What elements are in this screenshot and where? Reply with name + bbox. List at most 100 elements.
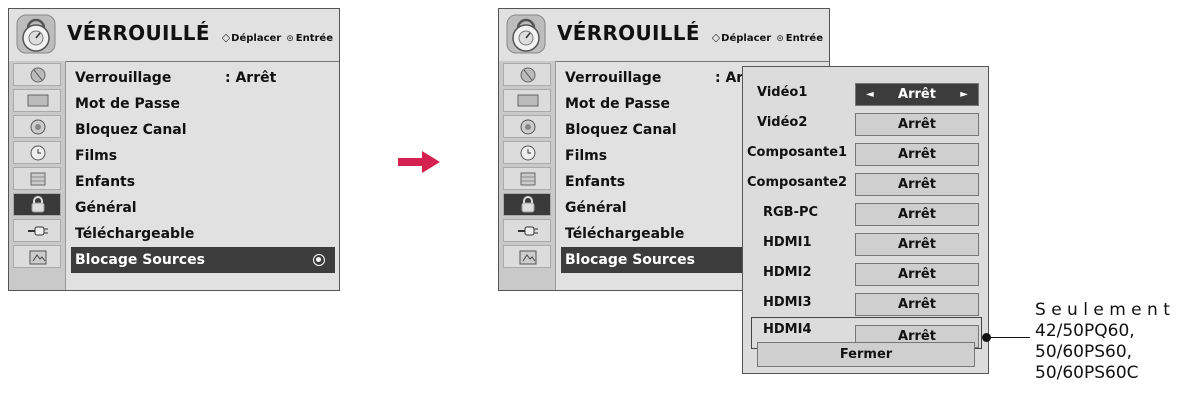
sidebar-parental[interactable] bbox=[503, 167, 551, 190]
source-row-video2: Vidéo2 Arrêt bbox=[743, 111, 988, 137]
source-toggle-composante2[interactable]: Arrêt bbox=[855, 173, 979, 196]
menu-item-label: Téléchargeable bbox=[75, 226, 195, 242]
menu-item-enfants[interactable]: Enfants bbox=[71, 169, 335, 195]
source-toggle-video2[interactable]: Arrêt bbox=[855, 113, 979, 136]
sidebar-time[interactable] bbox=[503, 141, 551, 164]
source-row-video1: Vidéo1 ◄ Arrêt ► bbox=[743, 81, 988, 107]
note-line-4: 50/60PS60C bbox=[1035, 363, 1139, 383]
menu-item-verrouillage[interactable]: Verrouillage : Arrêt bbox=[71, 65, 335, 91]
menu-item-label: Verrouillage bbox=[75, 70, 172, 86]
source-label: Vidéo1 bbox=[757, 85, 808, 100]
toggle-value: Arrêt bbox=[898, 87, 936, 102]
sidebar-antenna[interactable] bbox=[13, 63, 61, 86]
right-arrow-icon[interactable]: ► bbox=[960, 84, 968, 105]
sidebar-input[interactable] bbox=[13, 219, 61, 242]
model-note: Seulement 42/50PQ60, 50/60PS60, 50/60PS6… bbox=[1035, 300, 1175, 384]
source-toggle-hdmi1[interactable]: Arrêt bbox=[855, 233, 979, 256]
sidebar-parental[interactable] bbox=[13, 167, 61, 190]
screen-icon bbox=[517, 94, 539, 107]
menu-item-label: Enfants bbox=[565, 174, 626, 190]
parental-icon bbox=[520, 172, 536, 186]
source-label: Composante1 bbox=[747, 145, 848, 160]
lock-dial-icon bbox=[16, 14, 56, 54]
source-toggle-video1[interactable]: ◄ Arrêt ► bbox=[855, 83, 979, 106]
callout-line bbox=[986, 337, 1030, 338]
enter-button-icon: ⊙ bbox=[776, 34, 784, 44]
menu-item-label: Verrouillage bbox=[565, 70, 662, 86]
menu-header: VÉRROUILLÉ ◇Déplacer ⊙ Entrée bbox=[9, 9, 339, 62]
hint-move-label: Déplacer bbox=[231, 33, 282, 44]
media-icon bbox=[29, 250, 47, 265]
enter-button-icon: ⊙ bbox=[286, 34, 294, 44]
note-line-1: Seulement bbox=[1035, 300, 1176, 320]
source-row-composante1: Composante1 Arrêt bbox=[743, 141, 988, 167]
menu-item-value: : Arrêt bbox=[225, 70, 277, 86]
sidebar-picture[interactable] bbox=[503, 89, 551, 112]
audio-icon bbox=[520, 119, 536, 135]
lock-menu-left: VÉRROUILLÉ ◇Déplacer ⊙ Entrée Verrouillage… bbox=[8, 8, 340, 291]
source-toggle-hdmi2[interactable]: Arrêt bbox=[855, 263, 979, 286]
sidebar-media[interactable] bbox=[13, 245, 61, 268]
hint-move-label: Déplacer bbox=[721, 33, 772, 44]
plug-icon bbox=[518, 226, 538, 236]
source-toggle-composante1[interactable]: Arrêt bbox=[855, 143, 979, 166]
move-arrows-icon: ◇ bbox=[221, 31, 231, 44]
source-toggle-rgb-pc[interactable]: Arrêt bbox=[855, 203, 979, 226]
sidebar-time[interactable] bbox=[13, 141, 61, 164]
sidebar-media[interactable] bbox=[503, 245, 551, 268]
left-arrow-icon[interactable]: ◄ bbox=[866, 84, 874, 105]
antenna-icon bbox=[30, 67, 46, 83]
clock-icon bbox=[520, 145, 536, 161]
antenna-icon bbox=[520, 67, 536, 83]
source-row-composante2: Composante2 Arrêt bbox=[743, 171, 988, 197]
menu-item-label: Films bbox=[75, 148, 118, 164]
enter-radio-icon bbox=[313, 254, 325, 266]
clock-icon bbox=[30, 145, 46, 161]
category-sidebar bbox=[499, 61, 556, 290]
parental-icon bbox=[30, 172, 46, 186]
menu-item-label: Blocage Sources bbox=[565, 252, 695, 268]
menu-item-label: Films bbox=[565, 148, 608, 164]
source-label: HDMI4 bbox=[763, 322, 812, 337]
sidebar-lock[interactable] bbox=[503, 193, 551, 216]
source-row-rgb-pc: RGB-PC Arrêt bbox=[743, 201, 988, 227]
menu-item-bloquez-canal[interactable]: Bloquez Canal bbox=[71, 117, 335, 143]
category-sidebar bbox=[9, 61, 66, 290]
source-row-hdmi3: HDMI3 Arrêt bbox=[743, 291, 988, 317]
audio-icon bbox=[30, 119, 46, 135]
menu-item-mot-de-passe[interactable]: Mot de Passe bbox=[71, 91, 335, 117]
menu-item-telechargeable[interactable]: Téléchargeable bbox=[71, 221, 335, 247]
close-button[interactable]: Fermer bbox=[757, 342, 975, 367]
sidebar-audio[interactable] bbox=[13, 115, 61, 138]
lock-icon bbox=[521, 196, 535, 213]
menu-item-label: Général bbox=[565, 200, 627, 216]
source-row-hdmi2: HDMI2 Arrêt bbox=[743, 261, 988, 287]
hint-enter-label: Entrée bbox=[295, 33, 333, 44]
note-line-2: 42/50PQ60, bbox=[1035, 321, 1135, 341]
note-line-3: 50/60PS60, bbox=[1035, 342, 1133, 362]
sidebar-input[interactable] bbox=[503, 219, 551, 242]
menu-item-label: Bloquez Canal bbox=[565, 122, 677, 138]
media-icon bbox=[519, 250, 537, 265]
sidebar-picture[interactable] bbox=[13, 89, 61, 112]
sidebar-antenna[interactable] bbox=[503, 63, 551, 86]
source-toggle-hdmi3[interactable]: Arrêt bbox=[855, 293, 979, 316]
menu-item-films[interactable]: Films bbox=[71, 143, 335, 169]
sidebar-lock[interactable] bbox=[13, 193, 61, 216]
lock-icon bbox=[31, 196, 45, 213]
screen-icon bbox=[27, 94, 49, 107]
menu-item-general[interactable]: Général bbox=[71, 195, 335, 221]
source-label: RGB-PC bbox=[763, 205, 819, 220]
menu-title: VÉRROUILLÉ bbox=[67, 21, 210, 45]
menu-item-label: Blocage Sources bbox=[75, 252, 205, 268]
menu-item-label: Téléchargeable bbox=[565, 226, 685, 242]
menu-item-blocage-sources[interactable]: Blocage Sources bbox=[71, 247, 335, 273]
menu-title: VÉRROUILLÉ bbox=[557, 21, 700, 45]
hint-enter-label: Entrée bbox=[785, 33, 823, 44]
source-label: HDMI3 bbox=[763, 295, 812, 310]
nav-hint: ◇Déplacer ⊙ Entrée bbox=[712, 31, 823, 44]
source-label: Vidéo2 bbox=[757, 115, 808, 130]
menu-item-label: Mot de Passe bbox=[565, 96, 670, 112]
lock-dial-icon bbox=[506, 14, 546, 54]
sidebar-audio[interactable] bbox=[503, 115, 551, 138]
